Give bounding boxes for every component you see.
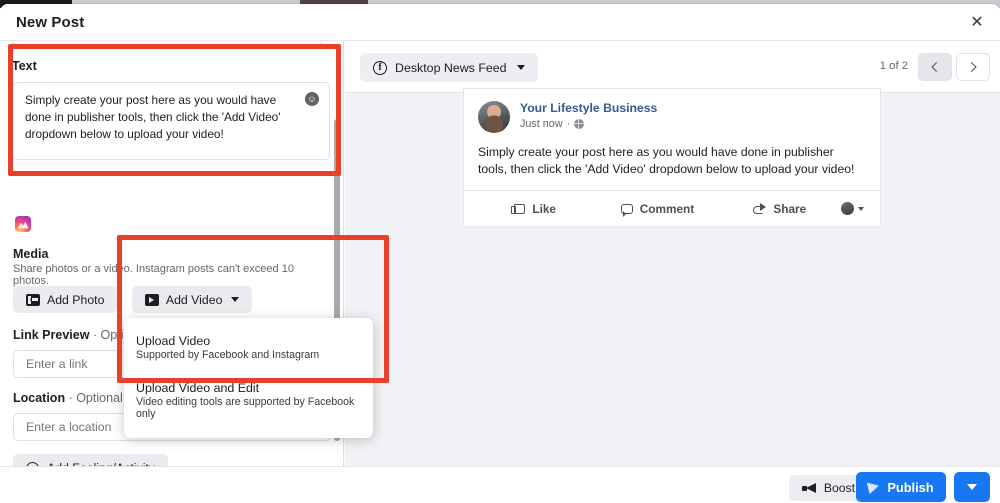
thumbs-up-icon: [510, 203, 526, 214]
chevron-down-icon: [516, 65, 525, 70]
post-author-name: Your Lifestyle Business: [520, 101, 658, 115]
chevron-down-icon: [857, 206, 864, 211]
dialog-body: Text Simply create your post here as you…: [0, 41, 1000, 466]
post-comment-label: Comment: [639, 201, 695, 216]
menu-item-subtitle: Video editing tools are supported by Fac…: [136, 396, 355, 420]
text-section: Text Simply create your post here as you…: [12, 59, 330, 160]
chevron-left-icon: [931, 62, 942, 72]
megaphone-icon: [801, 483, 816, 493]
post-meta-separator: ·: [566, 118, 571, 130]
add-video-dropdown-menu: Upload Video Supported by Facebook and I…: [124, 318, 373, 438]
publish-options-button[interactable]: [954, 472, 990, 502]
video-icon: [144, 293, 159, 306]
media-section-label: Media: [13, 247, 49, 261]
boost-label: Boost: [823, 481, 855, 495]
add-photo-button[interactable]: Add Photo: [13, 286, 118, 313]
new-post-dialog: New Post ✕ Text Simply create your post …: [0, 4, 1000, 503]
avatar: [478, 101, 510, 133]
chevron-right-icon: [966, 62, 977, 72]
preview-toolbar: f Desktop News Feed 1 of 2: [345, 41, 1000, 93]
preview-next-button[interactable]: [956, 53, 990, 81]
screen: New Post ✕ Text Simply create your post …: [0, 0, 1000, 503]
post-text-value: Simply create your post here as you woul…: [25, 93, 281, 141]
add-photo-label: Add Photo: [47, 292, 105, 307]
preview-prev-button[interactable]: [918, 53, 952, 81]
post-comment-button[interactable]: Comment: [596, 201, 718, 217]
preview-panel: f Desktop News Feed 1 of 2 Your Lifestyl…: [345, 41, 1000, 466]
media-button-row: Add Photo Add Video: [13, 286, 253, 313]
dialog-footer: Boost Publish: [0, 466, 1000, 503]
post-action-bar: Like Comment Share: [464, 190, 880, 226]
preview-channel-label: Desktop News Feed: [395, 60, 507, 75]
page-title: New Post: [16, 14, 85, 31]
location-optional: · Optional: [65, 391, 123, 405]
publish-button[interactable]: Publish: [856, 472, 946, 502]
share-arrow-icon: [753, 203, 767, 214]
add-video-button[interactable]: Add Video: [131, 286, 253, 313]
facebook-icon: f: [373, 60, 387, 75]
add-video-label: Add Video: [165, 292, 223, 307]
post-body-text: Simply create your post here as you woul…: [478, 145, 855, 176]
photo-icon: [26, 293, 40, 306]
dialog-header: New Post ✕: [0, 4, 1000, 41]
chevron-down-icon: [231, 297, 240, 302]
comment-bubble-icon: [620, 203, 633, 217]
post-share-button[interactable]: Share: [719, 202, 841, 216]
collapsed-section-above: [12, 41, 322, 47]
close-icon[interactable]: ✕: [966, 12, 988, 34]
preview-pager-count: 1 of 2: [879, 60, 908, 72]
post-like-label: Like: [532, 201, 556, 216]
emoji-icon[interactable]: ☺: [305, 92, 319, 106]
preview-channel-selector[interactable]: f Desktop News Feed: [360, 53, 538, 82]
add-feeling-activity-button[interactable]: Add Feeling/Activity: [13, 454, 168, 466]
publish-label: Publish: [887, 479, 934, 495]
menu-item-title: Upload Video and Edit: [136, 381, 260, 395]
link-preview-label-text: Link Preview: [13, 328, 90, 342]
media-section-description: Share photos or a video. Instagram posts…: [13, 263, 294, 287]
globe-icon: [574, 119, 585, 129]
post-preview-card: Your Lifestyle Business Just now · Simpl…: [463, 88, 881, 227]
post-account-switcher[interactable]: [840, 202, 870, 215]
location-label-text: Location: [13, 391, 66, 405]
post-timestamp: Just now: [520, 118, 563, 130]
text-section-label: Text: [12, 59, 37, 73]
post-meta: Just now ·: [520, 118, 657, 130]
menu-item-upload-video[interactable]: Upload Video Supported by Facebook and I…: [124, 328, 373, 367]
instagram-icon[interactable]: [15, 216, 31, 232]
send-icon: [867, 479, 881, 495]
post-header: Your Lifestyle Business Just now ·: [464, 89, 880, 133]
post-like-button[interactable]: Like: [474, 202, 596, 216]
post-text-input[interactable]: Simply create your post here as you woul…: [12, 82, 330, 160]
menu-item-title: Upload Video: [136, 334, 211, 348]
post-share-label: Share: [773, 201, 807, 216]
menu-item-subtitle: Supported by Facebook and Instagram: [136, 349, 320, 361]
media-section: Media Share photos or a video. Instagram…: [13, 247, 331, 287]
menu-item-upload-video-and-edit[interactable]: Upload Video and Edit Video editing tool…: [124, 375, 373, 426]
avatar: [840, 202, 854, 215]
